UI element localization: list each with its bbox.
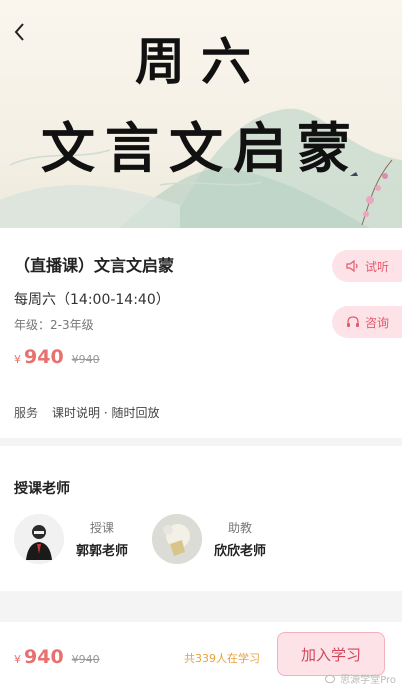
learners-count: 共339人在学习 (184, 652, 260, 665)
course-schedule: 每周六（14:00-14:40） (14, 292, 170, 308)
consult-label: 咨询 (364, 315, 389, 330)
current-price: 940 (24, 646, 64, 668)
current-price: 940 (24, 346, 64, 368)
teachers-heading: 授课老师 (14, 481, 70, 497)
avatar (14, 514, 64, 564)
course-grade: 年级：2-3年级 (14, 318, 94, 332)
wechat-icon (325, 674, 336, 683)
consult-button[interactable]: 咨询 (332, 306, 402, 338)
original-price: ¥940 (71, 653, 100, 666)
avatar (152, 514, 202, 564)
speaker-icon (346, 259, 358, 273)
teacher-role: 助教 (228, 521, 253, 535)
teacher-item[interactable]: 授课 郭郭老师 (14, 514, 128, 564)
bottom-action-bar: ¥ 940 ¥940 共339人在学习 加入学习 思源学堂Pro (0, 622, 402, 690)
banner-title-day: 周六 (135, 32, 267, 91)
currency-symbol: ¥ (14, 653, 21, 666)
watermark-text: 思源学堂Pro (340, 675, 396, 686)
teacher-item[interactable]: 助教 欣欣老师 (152, 514, 266, 564)
price-row: ¥ 940 ¥940 (14, 346, 100, 368)
service-value: 课时说明 · 随时回放 (52, 406, 160, 420)
currency-symbol: ¥ (14, 353, 21, 366)
join-study-button[interactable]: 加入学习 (277, 632, 385, 676)
headset-icon (346, 316, 359, 327)
trial-listen-button[interactable]: 试听 (332, 250, 402, 282)
service-row[interactable]: 服务 课时说明 · 随时回放 (14, 404, 159, 421)
course-title: （直播课）文言文启蒙 (14, 256, 175, 275)
course-banner: 周六 文言文启蒙 (0, 0, 402, 228)
service-label: 服务 (14, 406, 39, 420)
course-info-card: （直播课）文言文启蒙 每周六（14:00-14:40） 年级：2-3年级 ¥ 9… (0, 228, 402, 438)
teacher-name: 欣欣老师 (214, 544, 267, 559)
teachers-card: 授课老师 授课 郭郭老师 助教 欣欣老师 (0, 446, 402, 591)
teacher-role: 授课 (90, 521, 115, 535)
banner-title-course: 文言文启蒙 (41, 116, 361, 180)
bottom-price: ¥ 940 ¥940 (14, 646, 100, 668)
original-price: ¥940 (71, 353, 100, 366)
trial-listen-label: 试听 (364, 259, 389, 274)
teacher-name: 郭郭老师 (76, 544, 129, 559)
watermark: 思源学堂Pro (325, 671, 396, 686)
